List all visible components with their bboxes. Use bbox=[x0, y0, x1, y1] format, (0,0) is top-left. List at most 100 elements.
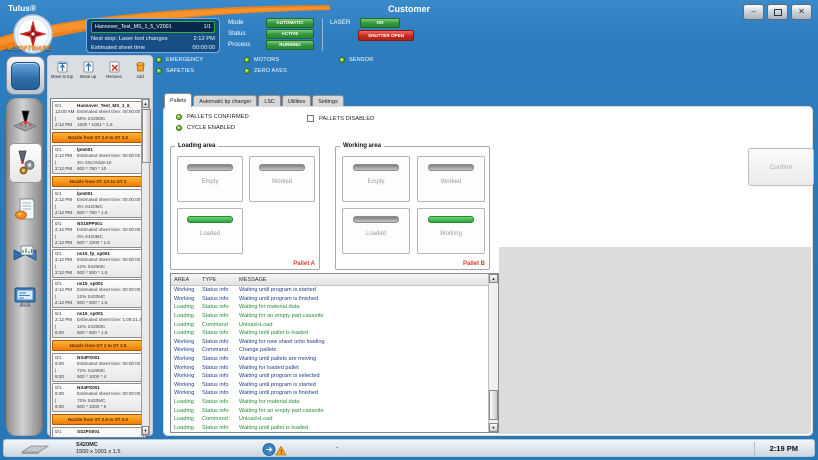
pallet-status-bar bbox=[353, 216, 399, 223]
sheet-time-value: 00:00:00 bbox=[192, 45, 215, 51]
sidebar-item-control-screen[interactable] bbox=[10, 282, 39, 312]
move-to-top-button[interactable]: Move to top bbox=[50, 58, 74, 79]
tulus-window: Tulus® Customer – ✕ Pw SOFTWARE Hannover… bbox=[0, 0, 818, 460]
brand-subtitle: Pw SOFTWARE bbox=[3, 45, 83, 52]
queue-job-item[interactable]: 0/1lpm001 2:12 PMEstimated sheet time: 0… bbox=[52, 145, 144, 174]
green-led-icon bbox=[156, 68, 162, 74]
table-row: Working Status info Waiting until progra… bbox=[171, 389, 498, 398]
program-name: Hannover_Test_MS_1_5_V2001 bbox=[95, 24, 172, 30]
queue-job-item[interactable]: 0/1lpm001 2:12 PMEstimated sheet time: 0… bbox=[52, 189, 144, 218]
table-row: Working Status info Waiting until progra… bbox=[171, 286, 498, 295]
pallet-cell-worked: Worked bbox=[417, 156, 485, 202]
table-row: Working Status info Waiting until pallet… bbox=[171, 355, 498, 364]
pallet-status-bar bbox=[428, 216, 474, 223]
sidebar-item-cutting[interactable] bbox=[10, 106, 39, 136]
working-area-groupbox: Working area Empty Worked Loaded Working… bbox=[335, 146, 490, 270]
table-row: Working Status info Waiting until progra… bbox=[171, 295, 498, 304]
status-label: Status bbox=[228, 30, 246, 37]
queue-scroll-thumb[interactable] bbox=[142, 109, 151, 163]
add-button[interactable]: Add bbox=[128, 58, 152, 79]
sheet-time-label: Estimated sheet time bbox=[91, 45, 145, 51]
close-button[interactable]: ✕ bbox=[791, 4, 812, 20]
svg-text:!: ! bbox=[280, 449, 282, 456]
next-stop-time: 2:12 PM bbox=[193, 36, 215, 42]
pallet-cell-working: Working bbox=[417, 208, 485, 254]
status-led-zero-axes: ZERO AXES bbox=[244, 68, 287, 74]
pallet-status-bar bbox=[428, 164, 474, 171]
status-value-button[interactable]: ACTIVE bbox=[266, 29, 314, 39]
queue-tool-change-item[interactable]: Nozzle from GT 2 to ST 2.5 bbox=[52, 340, 144, 351]
sidebar-item-machine-monitor[interactable] bbox=[10, 240, 39, 270]
scroll-down-icon[interactable]: ▼ bbox=[489, 423, 498, 432]
queue-job-item[interactable]: 0/1NS4PS001 9:20Estimated sheet time: 00… bbox=[52, 353, 144, 382]
active-program-field[interactable]: Hannover_Test_MS_1_5_V2001 1/1 bbox=[91, 21, 215, 33]
document-report-icon bbox=[13, 197, 37, 223]
scroll-up-icon[interactable]: ▲ bbox=[489, 274, 498, 283]
queue-job-item[interactable]: 0/1NS15PP001 2:12 PMEstimated sheet time… bbox=[52, 219, 144, 248]
queue-job-item[interactable]: 0/1Hannover_Test_MS_1_6_ 12:00 AMEstimat… bbox=[52, 101, 144, 130]
pallet-cell-empty: Empty bbox=[342, 156, 410, 202]
sidebar-item-reports[interactable] bbox=[10, 195, 39, 225]
column-header-area: AREA bbox=[171, 277, 199, 283]
header-divider bbox=[322, 18, 323, 51]
add-icon bbox=[134, 60, 147, 73]
queue-toolbar: Move to top Move up Remove bbox=[50, 58, 152, 79]
scroll-up-icon[interactable]: ▲ bbox=[142, 99, 149, 108]
table-row: Working Status info Waiting for loaded p… bbox=[171, 363, 498, 372]
queue-tool-change-item[interactable]: Nozzle from ST 2.0 to ST 3.0 bbox=[52, 132, 144, 143]
clock: 2:19 PM bbox=[770, 444, 798, 453]
process-value-button[interactable]: RUNNING bbox=[266, 40, 314, 50]
queue-job-item[interactable]: 0/1ns15_fp_sp001 2:12 PMEstimated sheet … bbox=[52, 249, 144, 278]
table-body: Working Status info Waiting until progra… bbox=[171, 286, 498, 432]
confirm-button[interactable]: Confirm bbox=[748, 148, 814, 186]
table-row: Working Status info Waiting until progra… bbox=[171, 372, 498, 381]
pallet-status-bar bbox=[187, 216, 233, 223]
queue-job-item[interactable]: 0/1NS4PS001 9:20Estimated sheet time: 00… bbox=[52, 383, 144, 412]
pallets-disabled-checkbox[interactable] bbox=[307, 115, 314, 122]
table-row: Loading Status info Waiting for an empty… bbox=[171, 406, 498, 415]
laser-shutter-button[interactable]: SHUTTER OPEN bbox=[358, 30, 414, 41]
machine-chart-icon bbox=[12, 242, 38, 268]
green-led-icon bbox=[156, 57, 162, 63]
queue-job-item[interactable]: 0/1SS2PS001 bbox=[52, 427, 144, 438]
queue-job-item[interactable]: 0/1ns15_sp001 2:12 PMEstimated sheet tim… bbox=[52, 309, 144, 338]
queue-tool-change-item[interactable]: Nozzle from ST 3.0 to GT 2 bbox=[52, 176, 144, 187]
move-to-top-icon bbox=[56, 60, 69, 73]
queue-tool-change-item[interactable]: Nozzle from ST 2.5 to ST 2.0 bbox=[52, 414, 144, 425]
sidebar-item-process-active[interactable] bbox=[9, 143, 42, 183]
alarm-status-icon[interactable]: ! bbox=[262, 442, 288, 457]
status-led-motors: MOTORS bbox=[244, 57, 279, 63]
pallet-cell-worked: Worked bbox=[249, 156, 315, 202]
table-row: Loading Status info Waiting for an empty… bbox=[171, 312, 498, 321]
table-row: Loading Command Unload+Load bbox=[171, 415, 498, 424]
scroll-down-icon[interactable]: ▼ bbox=[142, 426, 149, 435]
table-scroll-thumb[interactable] bbox=[489, 390, 498, 420]
table-row: Working Command Change pallets bbox=[171, 346, 498, 355]
pallet-cell-loaded: Loaded bbox=[342, 208, 410, 254]
laser-head-icon bbox=[12, 108, 38, 134]
laser-on-button[interactable]: ON bbox=[360, 18, 400, 28]
sidebar-home-button[interactable] bbox=[6, 56, 45, 95]
move-up-button[interactable]: Move up bbox=[76, 58, 100, 79]
queue-job-item[interactable]: 0/1ns15_sp001 2:12 PMEstimated sheet tim… bbox=[52, 279, 144, 308]
queue-scrollbar[interactable]: ▲ ▼ bbox=[141, 98, 150, 436]
pallets-confirmed-led: PALLETS CONFIRMED bbox=[176, 114, 249, 120]
remove-button[interactable]: Remove bbox=[102, 58, 126, 79]
cycle-enabled-led: CYCLE ENABLED bbox=[176, 125, 235, 131]
status-bar: S420MC 1500 x 1001 x 1.5 ! - 2:19 PM bbox=[3, 439, 815, 457]
maximize-button[interactable] bbox=[767, 4, 788, 20]
pallet-status-bar bbox=[259, 164, 305, 171]
sheet-size: 1500 x 1001 x 1.5 bbox=[76, 449, 120, 456]
status-note: - bbox=[336, 445, 338, 452]
status-led-emergency: EMERGENCY bbox=[156, 57, 203, 63]
table-scrollbar[interactable]: ▲ ▼ bbox=[488, 274, 498, 432]
queue-list: 0/1Hannover_Test_MS_1_6_ 12:00 AMEstimat… bbox=[50, 98, 146, 438]
move-up-icon bbox=[82, 60, 95, 73]
column-header-type: TYPE bbox=[199, 277, 236, 283]
mode-value-button[interactable]: AUTOMATIC bbox=[266, 18, 314, 28]
window-controls: – ✕ bbox=[743, 4, 812, 20]
minimize-button[interactable]: – bbox=[743, 4, 764, 20]
tab-pallets[interactable]: Pallets bbox=[164, 93, 192, 107]
green-led-icon bbox=[244, 57, 250, 63]
sidebar-tool-panel bbox=[6, 98, 43, 436]
